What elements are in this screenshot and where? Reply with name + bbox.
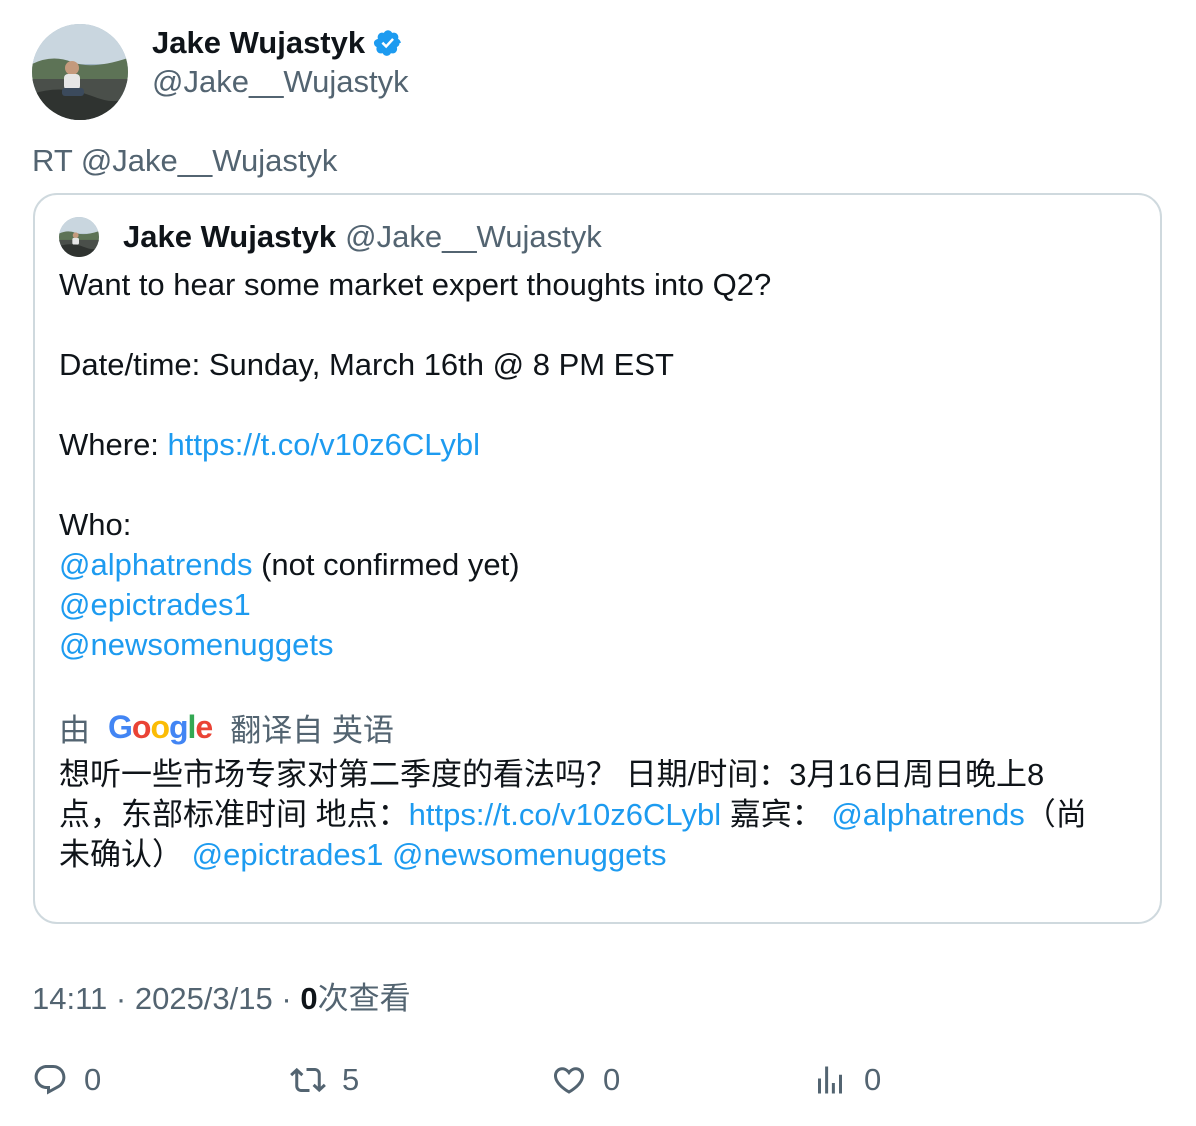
action-bar: 0 5 0 0: [32, 1058, 1162, 1102]
mention-link[interactable]: @newsomenuggets: [59, 627, 333, 662]
translation-suffix: 翻译自 英语: [230, 712, 394, 748]
author-info: Jake Wujastyk @Jake__Wujastyk: [152, 24, 409, 100]
author-display-name[interactable]: Jake Wujastyk: [152, 25, 365, 61]
who-label: Who:: [59, 507, 132, 542]
translated-segment: （尚: [1024, 797, 1087, 832]
where-label: Where:: [59, 427, 168, 462]
mention-note: (not confirmed yet): [252, 547, 520, 582]
google-logo: Google: [108, 708, 213, 745]
views-label: 次查看: [317, 981, 411, 1016]
tweet-header: Jake Wujastyk @Jake__Wujastyk: [32, 24, 409, 120]
translated-segment: 嘉宾：: [721, 797, 832, 832]
tweet-meta: 14:11 · 2025/3/15 · 0次查看: [32, 973, 411, 1018]
where-link[interactable]: https://t.co/v10z6CLybl: [168, 427, 480, 462]
meta-separator: ·: [107, 981, 135, 1016]
heart-icon: [551, 1062, 587, 1098]
translation-prefix: 由: [59, 712, 90, 748]
tweet-date[interactable]: 2025/3/15: [135, 981, 273, 1016]
quoted-handle[interactable]: @Jake__Wujastyk: [345, 219, 602, 255]
like-count: 0: [603, 1062, 621, 1097]
translated-text: 想听一些市场专家对第二季度的看法吗？ 日期/时间：3月16日周日晚上8 点，东部…: [59, 755, 1139, 875]
views-action-count: 0: [864, 1062, 882, 1097]
tweet-time[interactable]: 14:11: [32, 981, 107, 1016]
like-button[interactable]: 0: [551, 1058, 620, 1102]
meta-separator: ·: [272, 981, 301, 1016]
retweet-icon: [290, 1062, 326, 1098]
translation-attribution: 由 Google 翻译自 英语: [59, 705, 394, 749]
translated-line: 未确认） @epictrades1 @newsomenuggets: [59, 835, 1139, 875]
tweet-where-line: Where: https://t.co/v10z6CLybl: [59, 425, 1139, 465]
tweet-text-line: Date/time: Sunday, March 16th @ 8 PM EST: [59, 347, 674, 382]
translated-mention[interactable]: @newsomenuggets: [392, 837, 666, 872]
retweet-count: 5: [342, 1062, 360, 1097]
retweet-button[interactable]: 5: [290, 1058, 359, 1102]
translated-line: 点，东部标准时间 地点：https://t.co/v10z6CLybl 嘉宾： …: [59, 795, 1139, 835]
translated-mention[interactable]: @alphatrends: [831, 797, 1024, 832]
quoted-avatar[interactable]: [59, 217, 99, 257]
reply-icon: [32, 1062, 68, 1098]
translated-line: 想听一些市场专家对第二季度的看法吗？ 日期/时间：3月16日周日晚上8: [59, 757, 1045, 792]
translated-segment: 未确认）: [59, 837, 192, 872]
reply-count: 0: [84, 1062, 102, 1097]
views-count: 0: [300, 981, 318, 1016]
tweet-text-line: Want to hear some market expert thoughts…: [59, 267, 772, 302]
verified-badge-icon: [373, 28, 403, 58]
quoted-tweet-text: Want to hear some market expert thoughts…: [59, 265, 1139, 665]
name-row: Jake Wujastyk: [152, 24, 409, 62]
translated-segment: 点，东部标准时间 地点：: [59, 797, 409, 832]
author-handle[interactable]: @Jake__Wujastyk: [152, 64, 409, 100]
quoted-tweet-header: Jake Wujastyk @Jake__Wujastyk: [59, 217, 602, 257]
avatar[interactable]: [32, 24, 128, 120]
analytics-icon: [812, 1062, 848, 1098]
quoted-tweet[interactable]: Jake Wujastyk @Jake__Wujastyk Want to he…: [33, 193, 1162, 924]
translated-mention[interactable]: @epictrades1: [192, 837, 384, 872]
translated-segment: [383, 837, 392, 872]
mention-link[interactable]: @epictrades1: [59, 587, 251, 622]
mention-line: @newsomenuggets: [59, 625, 1139, 665]
mention-line: @epictrades1: [59, 585, 1139, 625]
mention-line: @alphatrends (not confirmed yet): [59, 545, 1139, 585]
views-button[interactable]: 0: [812, 1058, 881, 1102]
translated-link[interactable]: https://t.co/v10z6CLybl: [409, 797, 721, 832]
quoted-display-name[interactable]: Jake Wujastyk: [123, 219, 336, 255]
reply-button[interactable]: 0: [32, 1058, 101, 1102]
retweet-indicator: RT @Jake__Wujastyk: [32, 143, 338, 178]
mention-link[interactable]: @alphatrends: [59, 547, 252, 582]
